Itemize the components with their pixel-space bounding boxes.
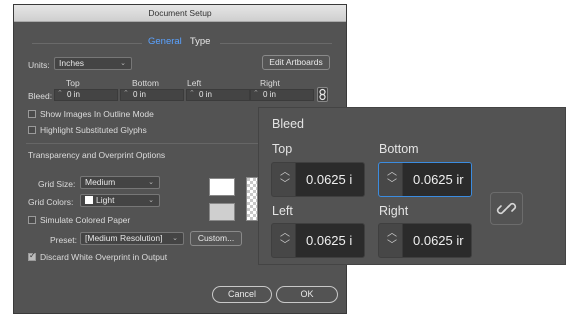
bleed-left-stepper[interactable]: ⌃ 0 in xyxy=(186,89,250,101)
zoom-link-bleed-button[interactable] xyxy=(490,192,523,225)
zoom-right-label: Right xyxy=(379,204,409,218)
stepper-arrows-icon: ⌃ xyxy=(57,90,63,97)
color-swatch-icon xyxy=(85,196,93,204)
tab-type[interactable]: Type xyxy=(190,36,211,47)
highlight-glyphs-label: Highlight Substituted Glyphs xyxy=(40,125,147,135)
discard-white-overprint-label: Discard White Overprint in Output xyxy=(40,252,168,262)
bleed-left-label: Left xyxy=(187,78,202,88)
chain-link-icon xyxy=(496,202,517,215)
tab-divider-left xyxy=(32,43,142,44)
link-bleed-button[interactable] xyxy=(317,87,328,102)
discard-white-overprint-checkbox[interactable] xyxy=(28,251,36,261)
preset-select[interactable]: [Medium Resolution] ⌄ xyxy=(80,232,184,245)
zoom-left-label: Left xyxy=(272,204,293,218)
units-value: Inches xyxy=(59,58,85,68)
preset-label: Preset: xyxy=(50,235,77,245)
zoom-left-field[interactable]: ︿ ﹀ 0.0625 i xyxy=(271,223,365,258)
stepper-arrows-icon: ⌃ xyxy=(189,90,195,97)
chain-link-icon xyxy=(319,88,326,101)
zoom-top-label: Top xyxy=(272,142,293,156)
zoom-top-field[interactable]: ︿ ﹀ 0.0625 i xyxy=(271,162,365,197)
grid-size-label: Grid Size: xyxy=(38,179,76,189)
bleed-right-label: Right xyxy=(260,78,280,88)
zoom-bleed-title: Bleed xyxy=(272,117,304,131)
ok-button[interactable]: OK xyxy=(276,286,338,303)
simulate-paper-checkbox[interactable] xyxy=(28,216,36,224)
edit-artboards-button[interactable]: Edit Artboards xyxy=(262,55,330,70)
bleed-bottom-label: Bottom xyxy=(132,78,159,88)
chevron-down-icon: ⌄ xyxy=(148,197,154,204)
bleed-right-stepper[interactable]: ⌃ 0 in xyxy=(250,89,314,101)
bleed-zoom-inset: Bleed Top Bottom ︿ ﹀ 0.0625 i ︿ ﹀ 0.0625 i… xyxy=(258,107,566,265)
custom-button[interactable]: Custom... xyxy=(190,231,242,246)
show-images-outline-label: Show Images In Outline Mode xyxy=(40,109,154,119)
grid-size-select[interactable]: Medium ⌄ xyxy=(80,176,160,189)
grid-color-gray-swatch[interactable] xyxy=(209,203,235,221)
zoom-bottom-label: Bottom xyxy=(379,142,419,156)
stepper-arrows-icon[interactable]: ︿ ﹀ xyxy=(278,228,292,254)
show-images-outline-checkbox[interactable] xyxy=(28,110,36,118)
chevron-down-icon: ⌄ xyxy=(148,179,154,186)
bleed-top-label: Top xyxy=(66,78,80,88)
stepper-arrows-icon[interactable]: ︿ ﹀ xyxy=(385,167,399,193)
chevron-down-icon: ⌄ xyxy=(172,235,178,242)
transparency-section-heading: Transparency and Overprint Options xyxy=(28,150,166,160)
chevron-down-icon: ⌄ xyxy=(120,60,126,67)
stepper-arrows-icon: ⌃ xyxy=(123,90,129,97)
grid-colors-label: Grid Colors: xyxy=(28,197,74,207)
bleed-label: Bleed: xyxy=(28,91,53,101)
bleed-top-stepper[interactable]: ⌃ 0 in xyxy=(54,89,118,101)
tab-divider-right xyxy=(220,43,332,44)
units-select[interactable]: Inches ⌄ xyxy=(54,57,132,70)
units-label: Units: xyxy=(28,60,50,70)
grid-colors-select[interactable]: Light ⌄ xyxy=(80,194,160,207)
stepper-arrows-icon: ⌃ xyxy=(253,90,259,97)
tab-general[interactable]: General xyxy=(148,36,182,47)
grid-color-white-swatch[interactable] xyxy=(209,178,235,196)
transparency-grid-preview xyxy=(246,177,258,221)
stepper-arrows-icon[interactable]: ︿ ﹀ xyxy=(278,167,292,193)
zoom-right-field[interactable]: ︿ ﹀ 0.0625 ir xyxy=(378,223,472,258)
simulate-paper-label: Simulate Colored Paper xyxy=(40,215,131,225)
zoom-bottom-field[interactable]: ︿ ﹀ 0.0625 ir xyxy=(378,162,472,197)
bleed-bottom-stepper[interactable]: ⌃ 0 in xyxy=(120,89,184,101)
cancel-button[interactable]: Cancel xyxy=(212,286,272,303)
dialog-title: Document Setup xyxy=(14,5,346,22)
stepper-arrows-icon[interactable]: ︿ ﹀ xyxy=(385,228,399,254)
tab-bar: General Type xyxy=(148,36,210,47)
highlight-glyphs-checkbox[interactable] xyxy=(28,126,36,134)
